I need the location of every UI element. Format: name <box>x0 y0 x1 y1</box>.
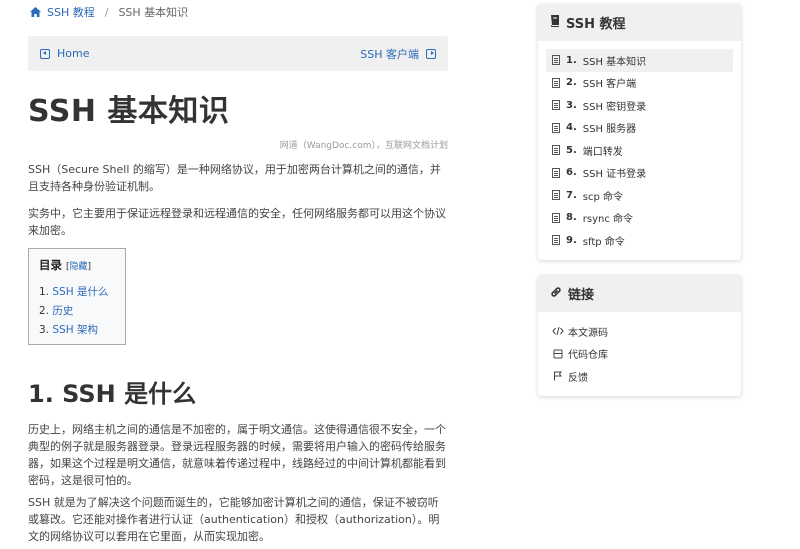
sidebar-link-feedback[interactable]: 反馈 <box>546 365 733 388</box>
prev-page-link[interactable]: Home <box>40 47 89 60</box>
toc-item: 2. 历史 <box>39 302 115 321</box>
document-icon <box>552 122 560 133</box>
sidebar-links-title: 链接 <box>568 288 595 303</box>
next-page-label: SSH 客户端 <box>360 47 419 61</box>
sidebar-links-card: 链接 本文源码 代码仓库 反馈 <box>538 275 741 396</box>
toc-toggle-close: ] <box>87 262 92 272</box>
document-icon <box>552 55 560 66</box>
sidebar-item-chapter-3[interactable]: 3. SSH 密钥登录 <box>546 94 733 117</box>
table-of-contents: 目录 [隐藏] 1. SSH 是什么 2. 历史 3. SSH 架构 <box>28 248 126 345</box>
sidebar-links-header: 链接 <box>538 275 741 312</box>
chapter-label: sftp 命令 <box>582 236 625 248</box>
toc-item: 3. SSH 架构 <box>39 321 115 340</box>
section1-paragraph-2: SSH 就是为了解决这个问题而诞生的，它能够加密计算机之间的通信，保证不被窃听或… <box>28 496 440 543</box>
arrow-left-icon <box>40 48 50 59</box>
home-icon <box>30 7 41 17</box>
chapter-number: 9. <box>566 234 577 246</box>
chapter-number: 2. <box>566 77 577 89</box>
next-page-link[interactable]: SSH 客户端 <box>360 46 436 62</box>
sidebar-item-chapter-1[interactable]: 1. SSH 基本知识 <box>546 49 733 72</box>
link-label: 代码仓库 <box>568 350 608 362</box>
chapter-number: 3. <box>566 99 577 111</box>
chapter-label: SSH 服务器 <box>582 124 637 136</box>
sidebar-item-chapter-5[interactable]: 5. 端口转发 <box>546 139 733 162</box>
prev-page-label: Home <box>57 47 90 60</box>
toc-link-history[interactable]: 历史 <box>52 305 73 317</box>
document-icon <box>552 235 560 246</box>
chapter-number: 5. <box>566 144 577 156</box>
link-label: 反馈 <box>568 372 588 384</box>
chapter-label: SSH 证书登录 <box>582 169 647 181</box>
document-icon <box>552 212 560 223</box>
link-icon <box>550 286 562 302</box>
sidebar-item-chapter-7[interactable]: 7. scp 命令 <box>546 184 733 207</box>
book-icon <box>550 14 560 31</box>
document-icon <box>552 100 560 111</box>
sidebar-tutorial-header: SSH 教程 <box>538 4 741 41</box>
chapter-number: 6. <box>566 167 577 179</box>
document-icon <box>552 190 560 201</box>
sidebar-item-chapter-4[interactable]: 4. SSH 服务器 <box>546 117 733 140</box>
chapter-label: SSH 基本知识 <box>582 56 647 68</box>
intro-paragraph-1: SSH（Secure Shell 的缩写）是一种网络协议，用于加密两台计算机之间… <box>28 163 441 193</box>
chapter-label: 端口转发 <box>582 146 623 158</box>
attribution: 网道（WangDoc.com），互联网文档计划 <box>279 141 448 151</box>
breadcrumb-separator: / <box>104 5 109 19</box>
chapter-number: 7. <box>566 189 577 201</box>
sidebar-link-repo[interactable]: 代码仓库 <box>546 343 733 366</box>
chapter-number: 8. <box>566 212 577 224</box>
intro-paragraph-2: 实务中，它主要用于保证远程登录和远程通信的安全，任何网络服务都可以用这个协议来加… <box>28 207 446 237</box>
chapter-label: scp 命令 <box>582 191 623 203</box>
link-label: 本文源码 <box>568 327 608 339</box>
sidebar-item-chapter-2[interactable]: 2. SSH 客户端 <box>546 72 733 95</box>
document-icon <box>552 167 560 178</box>
chapter-label: rsync 命令 <box>582 214 634 226</box>
toc-link-architecture[interactable]: SSH 架构 <box>52 324 98 336</box>
section1-paragraph-1: 历史上，网络主机之间的通信是不加密的，属于明文通信。这使得通信很不安全，一个典型… <box>28 423 446 487</box>
links-list: 本文源码 代码仓库 反馈 <box>538 312 741 396</box>
sidebar-link-source[interactable]: 本文源码 <box>546 320 733 343</box>
toc-item-number: 2. <box>39 305 50 317</box>
sidebar-item-chapter-9[interactable]: 9. sftp 命令 <box>546 229 733 252</box>
sidebar-tutorial-title: SSH 教程 <box>566 17 626 32</box>
toc-item: 1. SSH 是什么 <box>39 283 115 302</box>
breadcrumb-link-tutorial[interactable]: SSH 教程 <box>47 4 95 20</box>
sidebar-item-chapter-8[interactable]: 8. rsync 命令 <box>546 207 733 230</box>
toc-item-number: 1. <box>39 286 50 298</box>
chapter-label: SSH 密钥登录 <box>582 101 647 113</box>
breadcrumb-current: SSH 基本知识 <box>118 6 189 19</box>
page-navigation: Home SSH 客户端 <box>28 36 448 71</box>
toc-title: 目录 <box>39 258 62 272</box>
toc-heading: 目录 [隐藏] <box>39 257 115 273</box>
document-icon <box>552 77 560 88</box>
section-heading-what-is-ssh: 1. SSH 是什么 <box>28 380 197 408</box>
document-icon <box>552 145 560 156</box>
flag-icon <box>552 371 564 381</box>
toc-list: 1. SSH 是什么 2. 历史 3. SSH 架构 <box>39 283 115 340</box>
toc-item-number: 3. <box>39 324 50 336</box>
chapter-number: 1. <box>566 54 577 66</box>
repo-icon <box>552 349 564 359</box>
sidebar-tutorial-card: SSH 教程 1. SSH 基本知识 2. SSH 客户端 3. SSH 密钥登录 4… <box>538 4 741 260</box>
page-title: SSH 基本知识 <box>28 94 230 129</box>
toc-toggle: [隐藏] <box>66 262 91 272</box>
code-icon <box>552 326 564 336</box>
chapter-label: SSH 客户端 <box>582 79 637 91</box>
chapter-list: 1. SSH 基本知识 2. SSH 客户端 3. SSH 密钥登录 4. SSH 服务… <box>538 41 741 260</box>
toc-hide-link[interactable]: 隐藏 <box>70 262 88 272</box>
arrow-right-icon <box>426 48 436 59</box>
toc-link-what-is-ssh[interactable]: SSH 是什么 <box>52 286 108 298</box>
sidebar-item-chapter-6[interactable]: 6. SSH 证书登录 <box>546 162 733 185</box>
chapter-number: 4. <box>566 122 577 134</box>
breadcrumb: SSH 教程 / SSH 基本知识 <box>30 4 188 20</box>
